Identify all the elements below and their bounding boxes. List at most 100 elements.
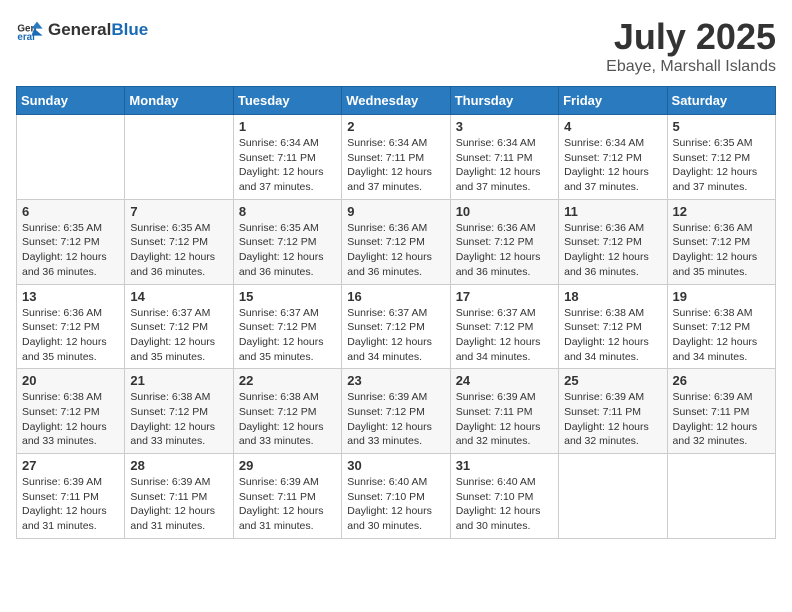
day-number: 7 bbox=[130, 204, 227, 219]
col-header-thursday: Thursday bbox=[450, 87, 558, 115]
calendar-cell: 30Sunrise: 6:40 AM Sunset: 7:10 PM Dayli… bbox=[342, 454, 450, 539]
col-header-tuesday: Tuesday bbox=[233, 87, 341, 115]
logo: Gen eral GeneralBlue bbox=[16, 16, 148, 44]
day-number: 5 bbox=[673, 119, 770, 134]
day-number: 4 bbox=[564, 119, 661, 134]
day-info: Sunrise: 6:40 AM Sunset: 7:10 PM Dayligh… bbox=[347, 475, 444, 534]
col-header-wednesday: Wednesday bbox=[342, 87, 450, 115]
calendar-week-5: 27 Sunrise: 6:39 AM Sunset: 7:11 PM Dayli… bbox=[17, 454, 776, 539]
day-info: Sunrise: 6:38 AM Sunset: 7:12 PM Dayligh… bbox=[130, 390, 227, 449]
day-info: Sunrise: 6:34 AM Sunset: 7:11 PM Dayligh… bbox=[347, 136, 444, 195]
day-number: 29 bbox=[239, 458, 336, 473]
day-info: Sunrise: 6:36 AM Sunset: 7:12 PM Dayligh… bbox=[347, 221, 444, 280]
calendar-cell bbox=[559, 454, 667, 539]
day-info: Sunrise: 6:35 AM Sunset: 7:12 PM Dayligh… bbox=[130, 221, 227, 280]
day-info: Sunrise: 6:35 AM Sunset: 7:12 PM Dayligh… bbox=[239, 221, 336, 280]
calendar-cell: 23Sunrise: 6:39 AM Sunset: 7:12 PM Dayli… bbox=[342, 369, 450, 454]
calendar-cell bbox=[17, 115, 125, 200]
day-number: 12 bbox=[673, 204, 770, 219]
calendar-cell: 25Sunrise: 6:39 AM Sunset: 7:11 PM Dayli… bbox=[559, 369, 667, 454]
calendar-cell: 28Sunrise: 6:39 AM Sunset: 7:11 PM Dayli… bbox=[125, 454, 233, 539]
day-info: Sunrise: 6:34 AM Sunset: 7:11 PM Dayligh… bbox=[239, 136, 336, 195]
day-number: 20 bbox=[22, 373, 119, 388]
col-header-monday: Monday bbox=[125, 87, 233, 115]
calendar-cell: 21 Sunrise: 6:38 AM Sunset: 7:12 PM Dayli… bbox=[125, 369, 233, 454]
day-info: Sunrise: 6:39 AM Sunset: 7:11 PM Dayligh… bbox=[564, 390, 661, 449]
title-block: July 2025 Ebaye, Marshall Islands bbox=[606, 16, 776, 76]
day-number: 21 bbox=[130, 373, 227, 388]
day-info: Sunrise: 6:37 AM Sunset: 7:12 PM Dayligh… bbox=[130, 306, 227, 365]
day-number: 27 bbox=[22, 458, 119, 473]
day-info: Sunrise: 6:39 AM Sunset: 7:11 PM Dayligh… bbox=[456, 390, 553, 449]
day-info: Sunrise: 6:34 AM Sunset: 7:11 PM Dayligh… bbox=[456, 136, 553, 195]
calendar-cell: 11 Sunrise: 6:36 AM Sunset: 7:12 PM Dayli… bbox=[559, 199, 667, 284]
day-info: Sunrise: 6:38 AM Sunset: 7:12 PM Dayligh… bbox=[564, 306, 661, 365]
calendar-cell: 8 Sunrise: 6:35 AM Sunset: 7:12 PM Daylig… bbox=[233, 199, 341, 284]
day-number: 13 bbox=[22, 289, 119, 304]
calendar-cell: 9 Sunrise: 6:36 AM Sunset: 7:12 PM Daylig… bbox=[342, 199, 450, 284]
day-number: 8 bbox=[239, 204, 336, 219]
calendar-cell: 5 Sunrise: 6:35 AM Sunset: 7:12 PM Daylig… bbox=[667, 115, 775, 200]
day-number: 26 bbox=[673, 373, 770, 388]
logo-icon: Gen eral bbox=[16, 16, 44, 44]
calendar-week-3: 13 Sunrise: 6:36 AM Sunset: 7:12 PM Dayli… bbox=[17, 284, 776, 369]
calendar-cell: 2Sunrise: 6:34 AM Sunset: 7:11 PM Daylig… bbox=[342, 115, 450, 200]
day-number: 18 bbox=[564, 289, 661, 304]
calendar-cell bbox=[125, 115, 233, 200]
calendar-cell: 10 Sunrise: 6:36 AM Sunset: 7:12 PM Dayli… bbox=[450, 199, 558, 284]
calendar-cell: 13 Sunrise: 6:36 AM Sunset: 7:12 PM Dayli… bbox=[17, 284, 125, 369]
calendar-cell: 4 Sunrise: 6:34 AM Sunset: 7:12 PM Daylig… bbox=[559, 115, 667, 200]
day-info: Sunrise: 6:36 AM Sunset: 7:12 PM Dayligh… bbox=[22, 306, 119, 365]
calendar-cell: 27 Sunrise: 6:39 AM Sunset: 7:11 PM Dayli… bbox=[17, 454, 125, 539]
calendar-cell: 19Sunrise: 6:38 AM Sunset: 7:12 PM Dayli… bbox=[667, 284, 775, 369]
day-number: 24 bbox=[456, 373, 553, 388]
calendar-cell: 22 Sunrise: 6:38 AM Sunset: 7:12 PM Dayli… bbox=[233, 369, 341, 454]
day-number: 16 bbox=[347, 289, 444, 304]
logo-blue: Blue bbox=[111, 20, 148, 39]
calendar-cell bbox=[667, 454, 775, 539]
calendar-cell: 6Sunrise: 6:35 AM Sunset: 7:12 PM Daylig… bbox=[17, 199, 125, 284]
day-info: Sunrise: 6:36 AM Sunset: 7:12 PM Dayligh… bbox=[564, 221, 661, 280]
day-info: Sunrise: 6:36 AM Sunset: 7:12 PM Dayligh… bbox=[673, 221, 770, 280]
day-info: Sunrise: 6:34 AM Sunset: 7:12 PM Dayligh… bbox=[564, 136, 661, 195]
day-number: 10 bbox=[456, 204, 553, 219]
calendar-week-4: 20 Sunrise: 6:38 AM Sunset: 7:12 PM Dayli… bbox=[17, 369, 776, 454]
calendar-cell: 17Sunrise: 6:37 AM Sunset: 7:12 PM Dayli… bbox=[450, 284, 558, 369]
day-info: Sunrise: 6:38 AM Sunset: 7:12 PM Dayligh… bbox=[22, 390, 119, 449]
day-info: Sunrise: 6:39 AM Sunset: 7:12 PM Dayligh… bbox=[347, 390, 444, 449]
day-number: 28 bbox=[130, 458, 227, 473]
calendar-cell: 24 Sunrise: 6:39 AM Sunset: 7:11 PM Dayli… bbox=[450, 369, 558, 454]
day-number: 6 bbox=[22, 204, 119, 219]
calendar-cell: 15Sunrise: 6:37 AM Sunset: 7:12 PM Dayli… bbox=[233, 284, 341, 369]
day-info: Sunrise: 6:40 AM Sunset: 7:10 PM Dayligh… bbox=[456, 475, 553, 534]
calendar-cell: 12 Sunrise: 6:36 AM Sunset: 7:12 PM Dayli… bbox=[667, 199, 775, 284]
day-number: 3 bbox=[456, 119, 553, 134]
col-header-sunday: Sunday bbox=[17, 87, 125, 115]
col-header-friday: Friday bbox=[559, 87, 667, 115]
calendar-cell: 20 Sunrise: 6:38 AM Sunset: 7:12 PM Dayli… bbox=[17, 369, 125, 454]
calendar-cell: 3 Sunrise: 6:34 AM Sunset: 7:11 PM Daylig… bbox=[450, 115, 558, 200]
calendar-table: SundayMondayTuesdayWednesdayThursdayFrid… bbox=[16, 86, 776, 539]
day-number: 9 bbox=[347, 204, 444, 219]
day-number: 11 bbox=[564, 204, 661, 219]
calendar-cell: 16Sunrise: 6:37 AM Sunset: 7:12 PM Dayli… bbox=[342, 284, 450, 369]
day-info: Sunrise: 6:37 AM Sunset: 7:12 PM Dayligh… bbox=[456, 306, 553, 365]
calendar-cell: 7 Sunrise: 6:35 AM Sunset: 7:12 PM Daylig… bbox=[125, 199, 233, 284]
logo-general: General bbox=[48, 20, 111, 39]
calendar-header-row: SundayMondayTuesdayWednesdayThursdayFrid… bbox=[17, 87, 776, 115]
day-number: 22 bbox=[239, 373, 336, 388]
location-title: Ebaye, Marshall Islands bbox=[606, 58, 776, 76]
day-info: Sunrise: 6:37 AM Sunset: 7:12 PM Dayligh… bbox=[239, 306, 336, 365]
day-number: 19 bbox=[673, 289, 770, 304]
day-info: Sunrise: 6:36 AM Sunset: 7:12 PM Dayligh… bbox=[456, 221, 553, 280]
calendar-cell: 1 Sunrise: 6:34 AM Sunset: 7:11 PM Daylig… bbox=[233, 115, 341, 200]
day-info: Sunrise: 6:39 AM Sunset: 7:11 PM Dayligh… bbox=[22, 475, 119, 534]
day-info: Sunrise: 6:39 AM Sunset: 7:11 PM Dayligh… bbox=[673, 390, 770, 449]
calendar-cell: 14Sunrise: 6:37 AM Sunset: 7:12 PM Dayli… bbox=[125, 284, 233, 369]
calendar-cell: 26 Sunrise: 6:39 AM Sunset: 7:11 PM Dayli… bbox=[667, 369, 775, 454]
day-info: Sunrise: 6:35 AM Sunset: 7:12 PM Dayligh… bbox=[673, 136, 770, 195]
day-info: Sunrise: 6:39 AM Sunset: 7:11 PM Dayligh… bbox=[239, 475, 336, 534]
month-title: July 2025 bbox=[606, 16, 776, 58]
day-number: 1 bbox=[239, 119, 336, 134]
day-info: Sunrise: 6:38 AM Sunset: 7:12 PM Dayligh… bbox=[239, 390, 336, 449]
